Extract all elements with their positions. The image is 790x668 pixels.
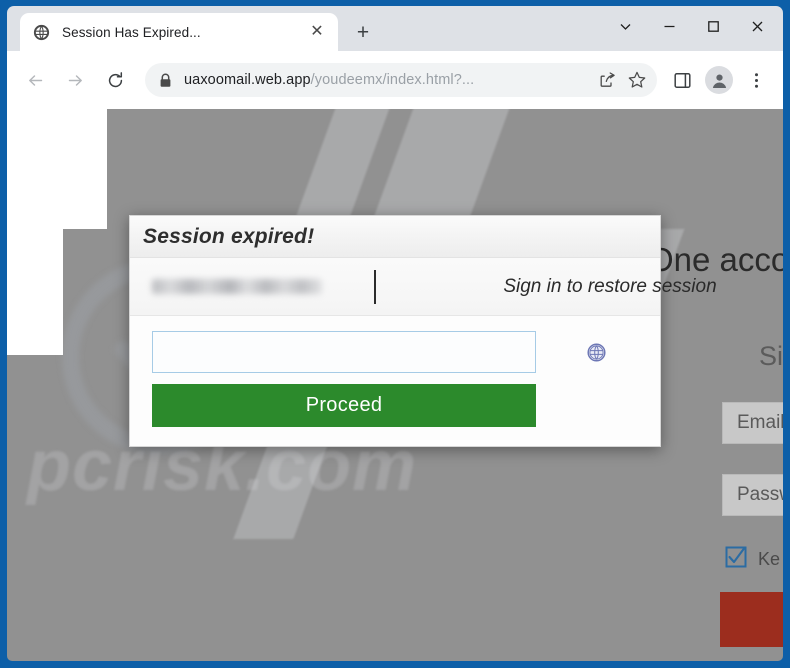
dialog-header: Session expired! [130, 216, 660, 258]
window-controls [603, 9, 779, 43]
dialog-account-row: Sign in to restore session [130, 258, 717, 316]
background-page-heading: One acco [648, 241, 783, 278]
browser-window-frame: Session Has Expired... ✕ + uaxoomail.web… [0, 0, 790, 668]
tab-search-chevron-down-icon[interactable] [603, 9, 647, 43]
forward-button[interactable] [58, 63, 92, 97]
globe-icon [33, 24, 50, 41]
credential-input[interactable] [152, 331, 536, 373]
url-text: uaxoomail.web.app/youdeemx/index.html?..… [184, 72, 591, 88]
minimize-button[interactable] [647, 9, 691, 43]
background-signin-label: Sig [759, 341, 783, 371]
browser-chrome: Session Has Expired... ✕ + uaxoomail.web… [7, 6, 783, 109]
checkbox-checked-icon[interactable] [725, 546, 747, 573]
redacted-email-address [152, 279, 322, 294]
url-host: uaxoomail.web.app [184, 72, 311, 88]
background-submit-button[interactable] [720, 592, 783, 647]
reload-button[interactable] [98, 63, 132, 97]
background-password-field[interactable]: Passw [722, 474, 783, 516]
vertical-divider [374, 270, 376, 304]
background-keep-signed-in-label: Ke [758, 549, 781, 569]
tab-strip: Session Has Expired... ✕ + [7, 6, 783, 51]
maximize-button[interactable] [691, 9, 735, 43]
page-viewport: pcrisk.com One acco Sig Email Passw Ke S… [7, 109, 783, 661]
new-tab-button[interactable]: + [349, 18, 377, 46]
share-icon[interactable] [593, 66, 621, 94]
proceed-button[interactable]: Proceed [152, 384, 536, 427]
credential-row [152, 331, 643, 373]
dialog-body: Proceed [130, 316, 660, 446]
background-page-panel [7, 229, 63, 355]
lock-icon[interactable] [159, 73, 172, 88]
bookmark-star-icon[interactable] [623, 66, 651, 94]
tab-close-icon[interactable]: ✕ [306, 21, 328, 43]
address-bar[interactable]: uaxoomail.web.app/youdeemx/index.html?..… [145, 63, 657, 97]
tab-session-has-expired[interactable]: Session Has Expired... ✕ [20, 13, 338, 51]
globe-icon [587, 342, 606, 362]
browser-toolbar: uaxoomail.web.app/youdeemx/index.html?..… [7, 51, 783, 109]
restore-session-prompt: Sign in to restore session [503, 275, 717, 297]
tab-title: Session Has Expired... [62, 24, 201, 40]
url-path: /youdeemx/index.html?... [310, 72, 475, 88]
dialog-title: Session expired! [143, 224, 315, 248]
background-page-panel [7, 109, 107, 229]
browser-menu-icon[interactable] [740, 64, 772, 96]
profile-avatar[interactable] [705, 66, 733, 94]
session-expired-dialog: Session expired! Sign in to restore sess… [129, 215, 717, 447]
close-window-button[interactable] [735, 9, 779, 43]
background-email-field[interactable]: Email [722, 402, 783, 444]
side-panel-icon[interactable] [666, 64, 698, 96]
watermark-slash [373, 109, 513, 219]
back-button[interactable] [18, 63, 52, 97]
background-keep-signed-in-row[interactable]: Ke [725, 546, 780, 573]
